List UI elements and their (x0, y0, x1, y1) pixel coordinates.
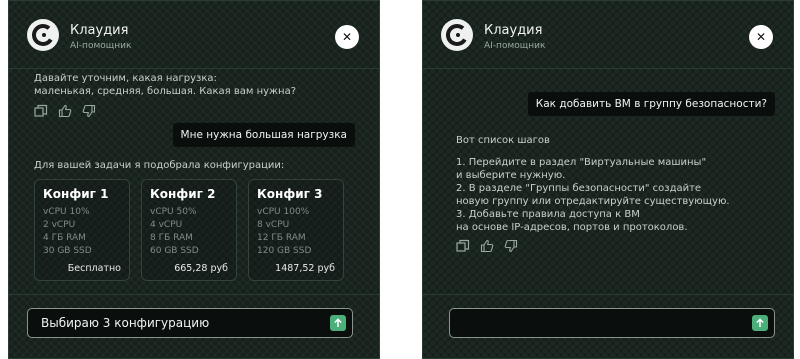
close-button[interactable]: ✕ (335, 25, 359, 49)
config-price: 1487,52 руб (275, 263, 335, 274)
header-divider (423, 68, 793, 69)
config-spec: 4 vCPU (150, 220, 183, 230)
thumbs-down-icon[interactable] (504, 238, 518, 253)
config-title: Конфиг 2 (150, 187, 216, 201)
message-line: 3. Добавьте правила доступа к ВМ (456, 209, 640, 220)
config-title: Конфиг 1 (43, 187, 109, 201)
config-price: Бесплатно (67, 263, 121, 274)
config-spec: 8 vCPU (257, 220, 290, 230)
message-reactions (34, 103, 96, 118)
bot-role: AI-помощник (484, 41, 546, 51)
message-input[interactable] (449, 308, 775, 338)
chat-panel-1: Клаудия AI-помощник ✕ Давайте уточним, к… (8, 0, 380, 359)
message-input[interactable]: Выбираю 3 конфигурацию (27, 308, 353, 338)
bot-message-intro: Для вашей задачи я подобрала конфигураци… (34, 160, 285, 171)
config-spec: 120 GB SSD (257, 246, 312, 256)
logo-icon (441, 19, 473, 51)
send-button[interactable] (752, 315, 768, 331)
config-spec: 60 GB SSD (150, 246, 199, 256)
message-line: маленькая, средняя, большая. Какая вам н… (34, 86, 297, 97)
message-reactions (456, 238, 518, 253)
send-arrow-icon (756, 318, 764, 327)
close-icon: ✕ (755, 30, 767, 44)
config-card-3[interactable]: Конфиг 3 vCPU 100% 8 vCPU 12 ГБ RAM 120 … (248, 179, 344, 281)
message-line (456, 147, 730, 156)
bot-message-question: Давайте уточним, какая нагрузка: маленьк… (34, 72, 296, 98)
chat-panel-2: Клаудия AI-помощник ✕ Как добавить ВМ в … (422, 0, 794, 359)
config-title: Конфиг 3 (257, 187, 323, 201)
bot-role: AI-помощник (70, 41, 132, 51)
message-line: на основе IP-адресов, портов и протоколо… (456, 222, 688, 233)
config-spec: vCPU 10% (43, 207, 90, 217)
logo-icon (27, 19, 59, 51)
user-message: Мне нужна большая нагрузка (172, 123, 355, 147)
config-spec: 12 ГБ RAM (257, 233, 306, 243)
bot-name: Клаудия (484, 23, 543, 38)
copy-icon[interactable] (456, 238, 470, 252)
thumbs-down-icon[interactable] (82, 103, 96, 118)
config-card-2[interactable]: Конфиг 2 vCPU 50% 4 vCPU 8 ГБ RAM 60 GB … (141, 179, 237, 281)
config-spec: 4 ГБ RAM (43, 233, 86, 243)
config-spec: 30 GB SSD (43, 246, 92, 256)
message-line: Вот список шагов (456, 135, 550, 146)
close-button[interactable]: ✕ (749, 25, 773, 49)
message-line: и выберите нужную. (456, 170, 566, 181)
user-message: Как добавить ВМ в группу безопасности? (527, 92, 775, 116)
config-cards: Конфиг 1 vCPU 10% 2 vCPU 4 ГБ RAM 30 GB … (34, 179, 344, 281)
message-line: Давайте уточним, какая нагрузка: (34, 73, 217, 84)
message-line: 1. Перейдите в раздел "Виртуальные машин… (456, 157, 707, 168)
config-card-1[interactable]: Конфиг 1 vCPU 10% 2 vCPU 4 ГБ RAM 30 GB … (34, 179, 130, 281)
thumbs-up-icon[interactable] (58, 103, 72, 118)
header-divider (9, 68, 379, 69)
close-icon: ✕ (341, 30, 353, 44)
bot-name: Клаудия (70, 23, 129, 38)
message-line: 2. В разделе "Группы безопасности" созда… (456, 183, 702, 194)
input-divider (9, 294, 379, 295)
copy-icon[interactable] (34, 103, 48, 117)
config-spec: vCPU 50% (150, 207, 197, 217)
config-price: 665,28 руб (174, 263, 228, 274)
config-spec: vCPU 100% (257, 207, 310, 217)
message-line: новую группу или отредактируйте существу… (456, 196, 730, 207)
chat-header: Клаудия AI-помощник ✕ (423, 1, 793, 73)
send-button[interactable] (330, 315, 346, 331)
config-spec: 2 vCPU (43, 220, 76, 230)
thumbs-up-icon[interactable] (480, 238, 494, 253)
config-spec: 8 ГБ RAM (150, 233, 193, 243)
message-input-text[interactable]: Выбираю 3 конфигурацию (41, 316, 209, 330)
bot-message-answer: Вот список шагов 1. Перейдите в раздел "… (456, 134, 730, 234)
input-divider (423, 294, 793, 295)
chat-header: Клаудия AI-помощник ✕ (9, 1, 379, 73)
send-arrow-icon (334, 318, 342, 327)
